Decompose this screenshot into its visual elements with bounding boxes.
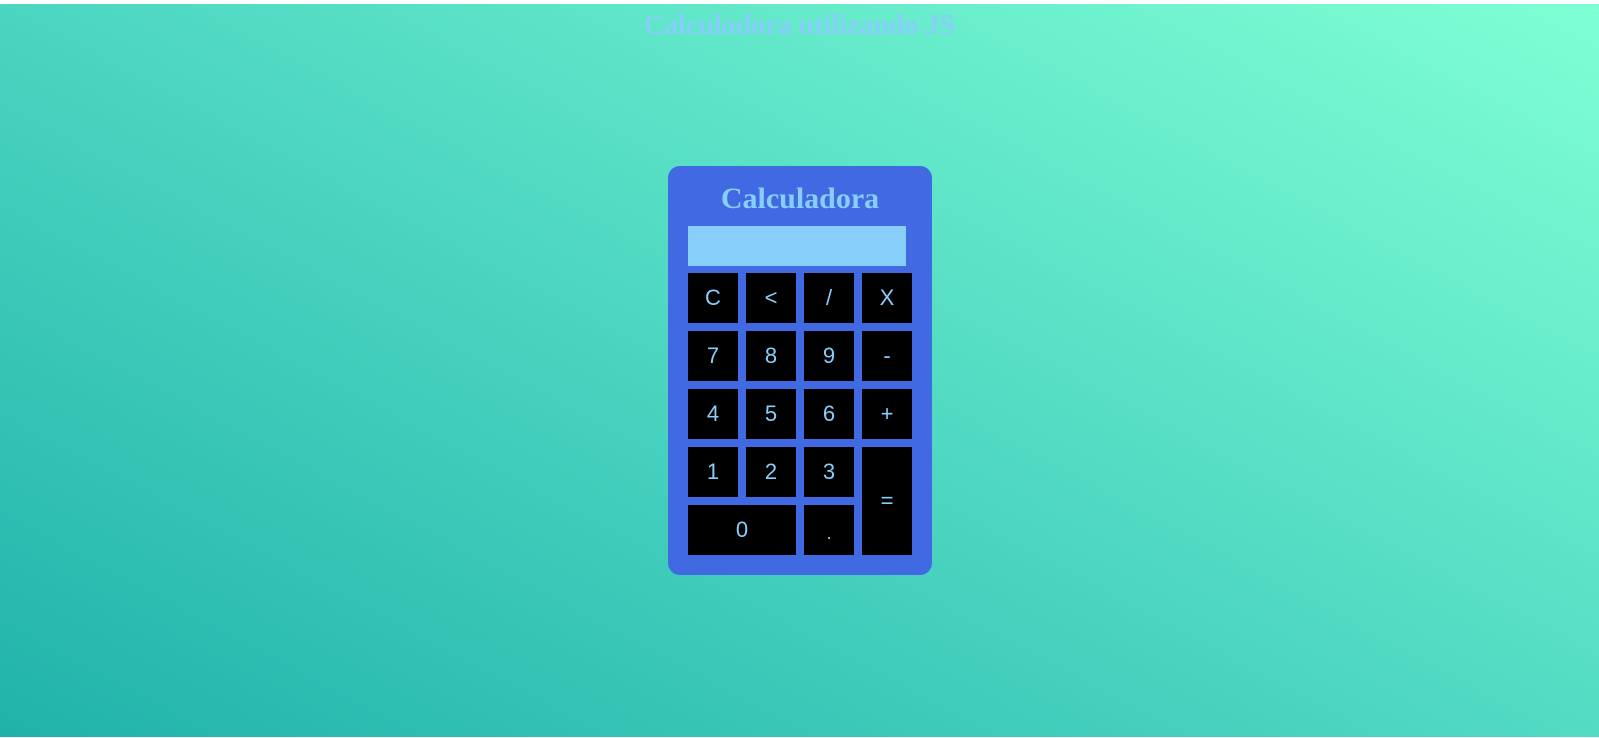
multiply-button[interactable]: X — [862, 273, 912, 323]
digit-4-button[interactable]: 4 — [688, 389, 738, 439]
digit-5-button[interactable]: 5 — [746, 389, 796, 439]
plus-button[interactable]: + — [862, 389, 912, 439]
digit-9-button[interactable]: 9 — [804, 331, 854, 381]
page-background: Calculadora utilizando JS Calculadora C … — [0, 4, 1599, 737]
equals-button[interactable]: = — [862, 447, 912, 555]
digit-2-button[interactable]: 2 — [746, 447, 796, 497]
calculator-display[interactable] — [688, 226, 906, 266]
digit-3-button[interactable]: 3 — [804, 447, 854, 497]
digit-6-button[interactable]: 6 — [804, 389, 854, 439]
calculator: Calculadora C < / X 7 8 9 - 4 5 6 + 1 2 … — [668, 166, 932, 575]
page-title: Calculadora utilizando JS — [643, 10, 956, 41]
clear-button[interactable]: C — [688, 273, 738, 323]
digit-1-button[interactable]: 1 — [688, 447, 738, 497]
divide-button[interactable]: / — [804, 273, 854, 323]
decimal-button[interactable]: . — [804, 505, 854, 555]
digit-7-button[interactable]: 7 — [688, 331, 738, 381]
calculator-title: Calculadora — [720, 182, 880, 215]
digit-0-button[interactable]: 0 — [688, 505, 796, 555]
minus-button[interactable]: - — [862, 331, 912, 381]
digit-8-button[interactable]: 8 — [746, 331, 796, 381]
backspace-button[interactable]: < — [746, 273, 796, 323]
